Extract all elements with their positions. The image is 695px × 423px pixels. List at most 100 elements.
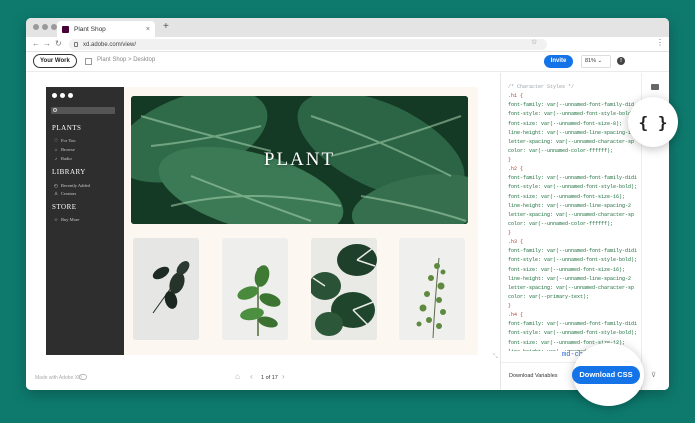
sidebar-item-label: For You [61,138,76,143]
code-line: font-style: var(--unnamed-font-style-bol… [508,257,638,264]
forward-icon[interactable]: → [43,39,51,48]
browser-menu-icon[interactable]: ⋮ [656,38,664,47]
address-bar: ← → ↻ xd.adobe.com/view/ ☆ ⋮ [26,37,669,52]
home-icon: ⌂ [54,147,58,152]
close-tab-icon[interactable]: × [146,26,150,33]
breadcrumb[interactable]: Plant Shop > Desktop [97,57,155,63]
previous-page-icon[interactable]: ‹ [250,372,253,381]
code-line: .h1 { [508,93,524,100]
browser-window: Plant Shop × + ← → ↻ xd.adobe.com/view/ … [26,18,669,390]
hero-banner[interactable]: PLANT [131,96,468,224]
code-line: } [508,157,512,163]
code-panel: /* Character Styles */ .h1 { font-family: … [500,73,642,390]
code-line: letter-spacing: var(--unnamed-character-… [508,211,635,218]
code-line: .h4 { [508,312,524,319]
code-view-button[interactable]: { } [628,97,678,147]
info-icon[interactable]: ! [617,57,625,65]
code-line: } [508,230,512,236]
code-line: font-family: var(--unnamed-font-family-d… [508,102,635,109]
plant-card[interactable] [311,238,377,340]
code-line: letter-spacing: var(--unnamed-character-… [508,284,635,291]
plant-photo-image [133,238,199,340]
code-line: font-size: var(--unnamed-font-size-8); [508,120,623,127]
star-icon: ☆ [54,217,59,222]
url-text: xd.adobe.com/view/ [83,41,137,48]
sidebar-heading-store: STORE [52,203,77,211]
xd-favicon-icon [62,25,69,33]
sidebar-heading-library: LIBRARY [52,168,86,176]
artboard: PLANTS ♡ For You ⌂ Browse ♪ Radio LIBRARY ◴… [46,87,478,355]
clock-icon: ◴ [54,183,58,188]
code-line: font-family: var(--unnamed-font-family-d… [508,248,638,255]
code-line: color: var(--unnamed-color-ffffff); [508,220,614,227]
code-line: /* Character Styles */ [508,84,575,90]
code-line: font-style: var(--unnamed-font-style-bol… [508,184,638,191]
sidebar-item-label: Buy More [61,217,80,222]
toggle-icon[interactable] [79,374,87,380]
sidebar-item-browse[interactable]: ⌂ Browse [54,147,75,152]
download-css-button[interactable]: Download CSS [572,366,640,384]
sidebar-heading-plants: PLANTS [52,124,82,132]
sidebar-item-for-you[interactable]: ♡ For You [54,138,76,144]
code-line: line-height: var(--unnamed-line-spacing-… [508,275,632,282]
tab-strip: Plant Shop × + [26,18,669,37]
plant-card[interactable] [399,238,465,340]
code-line: } [508,303,512,309]
canvas-footer: Made with Adobe XD ⌂ ‹ 1 of 17 › [26,371,500,390]
download-variables-link[interactable]: Download Variables [509,373,558,379]
code-line: font-style: var(--unnamed-font-style-bol… [508,111,635,118]
sidebar-item-label: Radio [61,156,72,161]
sidebar-item-label: Creators [61,191,77,196]
person-icon: ♙ [54,191,59,196]
plant-card[interactable] [222,238,288,340]
back-icon[interactable]: ← [32,39,40,48]
code-line: color: var(--unnamed-color-ffffff); [508,147,614,154]
zoom-select[interactable]: 81% ⌄ [581,55,611,68]
your-work-button[interactable]: Your Work [33,54,77,68]
sidebar-item-radio[interactable]: ♪ Radio [54,156,72,161]
code-line: .h2 { [508,166,524,173]
plant-photo-image [399,238,465,340]
window-dot-icon [60,93,65,98]
css-code-block[interactable]: /* Character Styles */ .h1 { font-family: … [508,83,638,351]
code-line: letter-spacing: var(--unnamed-character-… [508,138,635,145]
reload-icon[interactable]: ↻ [55,39,62,48]
window-dot-icon [52,93,57,98]
sidebar-item-recently-added[interactable]: ◴ Recently Added [54,183,90,189]
code-line: font-size: var(--unnamed-font-size-16); [508,266,626,273]
tab-title: Plant Shop [74,25,106,33]
invite-button[interactable]: Invite [544,55,573,68]
search-input[interactable] [51,107,115,114]
heart-icon: ♡ [54,138,59,143]
bookmark-star-icon[interactable]: ☆ [531,38,537,46]
preview-canvas: PLANTS ♡ For You ⌂ Browse ♪ Radio LIBRARY ◴… [26,73,500,390]
sidebar-item-creators[interactable]: ♙ Creators [54,191,76,197]
new-tab-icon[interactable]: + [163,21,169,32]
leaf-photo-image [131,96,468,224]
window-minimize-dot[interactable] [42,24,48,30]
search-icon [53,108,57,112]
code-line: color: var(--primary-text); [508,293,590,300]
plant-card[interactable] [133,238,199,340]
home-icon[interactable]: ⌂ [235,372,240,381]
window-close-dot[interactable] [33,24,39,30]
code-line: font-family: var(--unnamed-font-family-d… [508,175,638,182]
xd-header: Your Work Plant Shop > Desktop Invite 81… [26,52,669,72]
filter-icon[interactable]: ⊽ [651,371,656,379]
code-line: font-family: var(--unnamed-font-family-d… [508,321,638,328]
browser-tab[interactable]: Plant Shop × [57,21,155,37]
next-page-icon[interactable]: › [282,372,285,381]
sidebar-item-buy-more[interactable]: ☆ Buy More [54,217,79,223]
page-indicator: 1 of 17 [261,375,278,381]
sidebar-item-label: Recently Added [61,183,90,188]
url-field[interactable]: xd.adobe.com/view/ [69,39,547,50]
window-dot-icon [68,93,73,98]
code-line: line-height: var(--unnamed-line-spacing-… [508,129,632,136]
resize-handle-icon[interactable]: ⤡ [493,354,498,361]
app-sidebar: PLANTS ♡ For You ⌂ Browse ♪ Radio LIBRARY ◴… [46,87,124,355]
comment-icon[interactable] [651,84,659,90]
made-with-label: Made with Adobe XD [35,375,82,381]
code-line: font-size: var(--unnamed-font-size-16); [508,193,626,200]
grid-view-icon[interactable] [85,58,92,65]
plant-photo-image [311,238,377,340]
